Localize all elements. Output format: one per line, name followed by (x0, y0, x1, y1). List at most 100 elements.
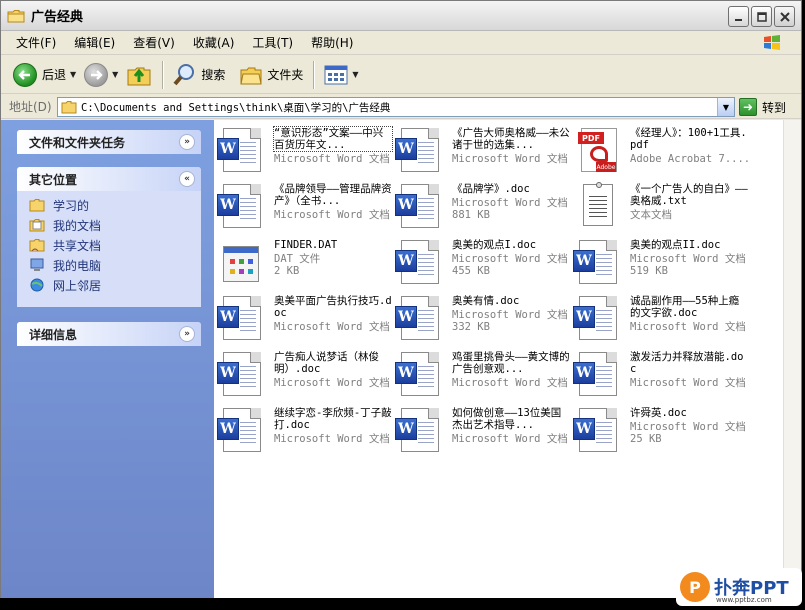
file-name: 激发活力并释放潜能.doc (630, 351, 744, 375)
file-item[interactable]: W 许舜英.doc Microsoft Word 文档 25 KB (573, 404, 749, 454)
details-panel-header[interactable]: 详细信息 » (17, 322, 201, 346)
file-item[interactable]: FINDER.DAT DAT 文件 2 KB (217, 236, 393, 286)
word-document-icon: W (217, 296, 265, 342)
word-document-icon: W (217, 184, 265, 230)
file-item[interactable]: W 《品牌学》.doc Microsoft Word 文档 881 KB (395, 180, 571, 230)
menu-bar: 文件(F) 编辑(E) 查看(V) 收藏(A) 工具(T) 帮助(H) (1, 31, 801, 55)
text-document-icon (573, 182, 621, 230)
places-panel-header[interactable]: 其它位置 « (17, 167, 201, 191)
file-type: Microsoft Word 文档 (274, 377, 390, 389)
place-item[interactable]: 共享文档 (29, 235, 201, 255)
word-document-icon: W (573, 240, 621, 286)
forward-dropdown-icon[interactable]: ▼ (112, 70, 118, 79)
menu-edit[interactable]: 编辑(E) (65, 34, 124, 51)
watermark-mark: P (680, 572, 710, 602)
file-type: Microsoft Word 文档 (630, 421, 746, 433)
place-item[interactable]: 网上邻居 (29, 275, 201, 295)
file-item[interactable]: W 鸡蛋里挑骨头——黄文博的广告创意观... Microsoft Word 文档 (395, 348, 571, 398)
word-document-icon: W (395, 296, 443, 342)
close-icon (779, 11, 790, 22)
expand-chevron-icon[interactable]: » (179, 134, 195, 150)
file-type: Microsoft Word 文档 (452, 433, 568, 445)
file-item[interactable]: W 奥美有情.doc Microsoft Word 文档 332 KB (395, 292, 571, 342)
file-item[interactable]: W 《广告大师奥格威——未公诸于世的选集... Microsoft Word 文… (395, 124, 571, 174)
folders-label: 文件夹 (267, 68, 304, 82)
my-computer-icon (29, 258, 45, 272)
search-label: 搜索 (201, 68, 226, 82)
title-bar[interactable]: 广告经典 (1, 1, 801, 31)
folders-button[interactable]: 文件夹 (235, 60, 307, 90)
minimize-button[interactable] (728, 6, 749, 27)
place-label: 我的电脑 (53, 258, 102, 273)
file-type: Microsoft Word 文档 (274, 153, 390, 165)
file-item[interactable]: W 诚品副作用——55种上瘾的文字欲.doc Microsoft Word 文档 (573, 292, 749, 342)
collapse-chevron-icon[interactable]: « (179, 171, 195, 187)
place-item[interactable]: 我的文档 (29, 215, 201, 235)
word-document-icon: W (395, 352, 443, 398)
file-item[interactable]: W “意识形态”文案——中兴百货历年文... Microsoft Word 文档 (217, 124, 393, 174)
file-item[interactable]: W 奥美的观点II.doc Microsoft Word 文档 519 KB (573, 236, 749, 286)
file-name: 鸡蛋里挑骨头——黄文博的广告创意观... (452, 351, 570, 375)
place-item[interactable]: 学习的 (29, 195, 201, 215)
file-name: 广告痴人说梦话（林俊明）.doc (274, 351, 379, 375)
search-button[interactable]: 搜索 (169, 60, 229, 90)
word-document-icon: W (395, 408, 443, 454)
file-type: Microsoft Word 文档 (274, 433, 390, 445)
file-item[interactable]: W 激发活力并释放潜能.doc Microsoft Word 文档 (573, 348, 749, 398)
back-button[interactable]: 后退 ▼ (9, 60, 80, 90)
file-item[interactable]: W 奥美的观点I.doc Microsoft Word 文档 455 KB (395, 236, 571, 286)
file-size: 25 KB (630, 433, 662, 445)
tasks-panel-header[interactable]: 文件和文件夹任务 » (17, 130, 201, 154)
place-item[interactable]: 我的电脑 (29, 255, 201, 275)
expand-chevron-icon[interactable]: » (179, 326, 195, 342)
forward-button[interactable]: ▼ (80, 60, 122, 90)
file-type: Microsoft Word 文档 (630, 321, 746, 333)
menu-help[interactable]: 帮助(H) (302, 34, 362, 51)
file-item[interactable]: W 如何做创意——13位美国杰出艺术指导... Microsoft Word 文… (395, 404, 571, 454)
address-label: 地址(D) (9, 100, 52, 114)
file-item[interactable]: W 继续字恋-李欣频-丁子敲打.doc Microsoft Word 文档 (217, 404, 393, 454)
place-label: 我的文档 (53, 218, 102, 233)
file-type: Microsoft Word 文档 (452, 253, 568, 265)
file-item[interactable]: PDF Adobe 《经理人》：100+1工具.pdf Adobe Acrobat… (573, 124, 749, 174)
maximize-button[interactable] (751, 6, 772, 27)
word-document-icon: W (395, 240, 443, 286)
word-document-icon: W (395, 128, 443, 174)
close-button[interactable] (774, 6, 795, 27)
places-list: 学习的 我的文档 共享文档 我的电脑 网上邻居 (17, 191, 201, 301)
file-type: 文本文档 (630, 209, 672, 221)
file-name: 诚品副作用——55种上瘾的文字欲.doc (630, 295, 740, 319)
views-button[interactable]: ▼ (320, 60, 362, 90)
menu-tools[interactable]: 工具(T) (243, 34, 302, 51)
menu-view[interactable]: 查看(V) (124, 34, 184, 51)
menu-file[interactable]: 文件(F) (7, 34, 65, 51)
file-name: 《品牌学》.doc (452, 183, 530, 195)
address-input[interactable]: C:\Documents and Settings\think\桌面\学习的\广… (57, 97, 735, 117)
vertical-scrollbar[interactable] (783, 120, 801, 598)
file-name: 许舜英.doc (630, 407, 687, 419)
file-item[interactable]: W 《品牌领导——管理品牌资产》（全书... Microsoft Word 文档 (217, 180, 393, 230)
place-label: 网上邻居 (53, 278, 102, 293)
file-name: 《品牌领导——管理品牌资产》（全书... (274, 183, 392, 207)
views-dropdown-icon[interactable]: ▼ (352, 70, 358, 79)
watermark-logo: P 扑奔PPT www.pptbz.com (676, 568, 802, 606)
go-button[interactable]: ➜ 转到 (739, 97, 786, 117)
address-bar: 地址(D) C:\Documents and Settings\think\桌面… (1, 95, 801, 119)
back-dropdown-icon[interactable]: ▼ (70, 70, 76, 79)
file-item[interactable]: 《一个广告人的自白》——奥格威.txt 文本文档 (573, 180, 749, 230)
file-item[interactable]: W 奥美平面广告执行技巧.doc Microsoft Word 文档 (217, 292, 393, 342)
file-type: Microsoft Word 文档 (452, 309, 568, 321)
forward-arrow-icon (84, 62, 109, 87)
back-arrow-icon (13, 62, 37, 87)
file-size: 455 KB (452, 265, 490, 277)
file-item[interactable]: W 广告痴人说梦话（林俊明）.doc Microsoft Word 文档 (217, 348, 393, 398)
address-dropdown-icon[interactable]: ▼ (717, 98, 734, 116)
search-icon (173, 63, 195, 85)
place-label: 学习的 (53, 198, 90, 213)
menu-favorites[interactable]: 收藏(A) (184, 34, 244, 51)
windows-logo-icon (763, 35, 781, 51)
folder-icon (7, 9, 25, 23)
file-name: 继续字恋-李欣频-丁子敲打.doc (274, 407, 392, 431)
up-folder-button[interactable] (122, 60, 156, 90)
network-icon (29, 278, 45, 292)
